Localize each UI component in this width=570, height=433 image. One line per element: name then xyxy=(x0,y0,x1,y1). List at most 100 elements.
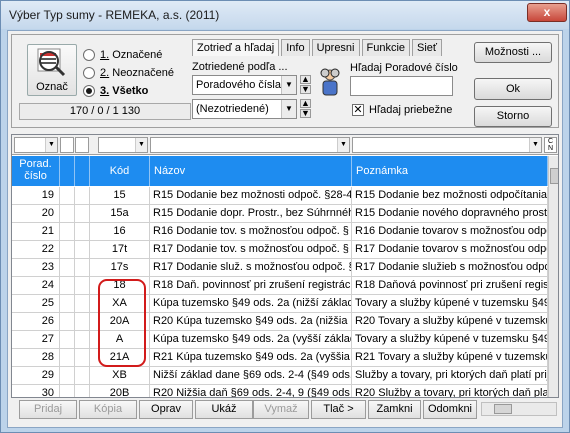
cell-g1 xyxy=(60,367,75,384)
radio-marked[interactable]: 1. Označené xyxy=(83,47,162,63)
sort-secondary-select[interactable]: (Nezotriedené) ▼ xyxy=(192,99,297,119)
table-row[interactable]: 19 15 R15 Dodanie bez možnosti odpoč. §28-… xyxy=(12,187,548,205)
search-label: Hľadaj Poradové číslo xyxy=(350,62,458,74)
header-g2[interactable] xyxy=(75,156,90,186)
filter-num[interactable]: ▼ xyxy=(14,137,58,153)
toolbar-button-6[interactable]: Zamkni xyxy=(368,400,421,419)
horizontal-scrollbar[interactable] xyxy=(481,402,557,416)
filter-kod[interactable]: ▼ xyxy=(98,137,148,153)
table-row[interactable]: 29 XB Nižší základ dane §69 ods. 2-4 (§49 … xyxy=(12,367,548,385)
cell-g1 xyxy=(60,385,75,397)
tab-network[interactable]: Sieť xyxy=(412,39,443,56)
cell-num: 30 xyxy=(12,385,60,397)
cell-num: 25 xyxy=(12,295,60,312)
cell-nazov: Nižší základ dane §69 ods. 2-4 (§49 ods. xyxy=(150,367,352,384)
radio-marked-circle[interactable] xyxy=(83,49,95,61)
header-g1[interactable] xyxy=(60,156,75,186)
sort-primary-select[interactable]: Poradového čísla ▼ xyxy=(192,75,297,95)
search-input[interactable] xyxy=(350,76,453,96)
mark-button[interactable]: Označ xyxy=(27,44,77,96)
tab-strip: Zotrieď a hľadaj Info Upresni Funkcie Si… xyxy=(192,39,444,57)
sort-secondary-down-button[interactable]: ▼ xyxy=(300,109,311,118)
horizontal-scroll-thumb[interactable] xyxy=(494,404,512,414)
radio-marked-num: 1. xyxy=(100,49,110,61)
filter-g1[interactable] xyxy=(60,137,74,153)
data-grid: ▼ ▼ ▼ ▼ C N Porad. číslo Kód Názov Pozná… xyxy=(11,134,559,398)
radio-unmarked-circle[interactable] xyxy=(83,67,95,79)
cell-poznamka: R18 Daňová povinnosť pri zrušení registr xyxy=(352,277,548,294)
tab-refine[interactable]: Upresni xyxy=(311,39,360,56)
cell-poznamka: Tovary a služby kúpené v tuzemsku §49 xyxy=(352,295,548,312)
table-row[interactable]: 27 A Kúpa tuzemsko §49 ods. 2a (vyšší zákl… xyxy=(12,331,548,349)
ok-button[interactable]: Ok xyxy=(474,78,552,100)
cell-g1 xyxy=(60,187,75,204)
cell-poznamka: Tovary a služby kúpené v tuzemsku §49 xyxy=(352,331,548,348)
sort-primary-up-button[interactable]: ▲ xyxy=(300,75,311,84)
header-num[interactable]: Porad. číslo xyxy=(12,156,60,186)
continuous-search-label: Hľadaj priebežne xyxy=(369,104,453,116)
cell-nazov: R16 Dodanie tov. s možnosťou odpoč. § xyxy=(150,223,352,240)
table-row[interactable]: 20 15a R15 Dodanie dopr. Prostr., bez Súhr… xyxy=(12,205,548,223)
column-chooser-button[interactable]: C N xyxy=(544,137,557,153)
chevron-down-icon: ▼ xyxy=(281,76,296,94)
radio-all-circle[interactable] xyxy=(83,85,95,97)
continuous-search-checkbox[interactable]: ✕ xyxy=(352,104,364,116)
table-row[interactable]: 28 21A R21 Kúpa tuzemsko §49 ods. 2a (vyšš… xyxy=(12,349,548,367)
header-nazov[interactable]: Názov xyxy=(150,156,352,186)
tab-info[interactable]: Info xyxy=(281,39,310,56)
toolbar-button-5[interactable]: Tlač > xyxy=(311,400,366,419)
cell-g2 xyxy=(75,331,90,348)
toolbar-button-4[interactable]: Vymaž xyxy=(253,400,309,419)
vertical-scrollbar[interactable] xyxy=(548,156,558,397)
toolbar-button-1[interactable]: Kópia xyxy=(79,400,137,419)
grid-header: Porad. číslo Kód Názov Poznámka xyxy=(12,156,548,186)
filter-g2[interactable] xyxy=(75,137,89,153)
sort-secondary-up-button[interactable]: ▲ xyxy=(300,99,311,108)
close-button[interactable]: x xyxy=(527,3,567,22)
radio-unmarked[interactable]: 2. Neoznačené xyxy=(83,65,174,81)
table-row[interactable]: 24 18 R18 Daň. povinnosť pri zrušení regis… xyxy=(12,277,548,295)
cell-poznamka: R16 Dodanie tovarov s možnosťou odpo xyxy=(352,223,548,240)
options-button[interactable]: Možnosti ... xyxy=(474,42,552,63)
cell-g1 xyxy=(60,295,75,312)
title-bar[interactable]: Výber Typ sumy - REMEKA, a.s. (2011) x xyxy=(1,1,569,29)
radio-unmarked-label: 2. Neoznačené xyxy=(100,67,174,79)
cell-nazov: R15 Dodanie bez možnosti odpoč. §28-4 xyxy=(150,187,352,204)
cell-g2 xyxy=(75,313,90,330)
vertical-scroll-thumb[interactable] xyxy=(550,168,558,184)
toolbar-button-3[interactable]: Ukáž xyxy=(195,400,253,419)
cell-g2 xyxy=(75,295,90,312)
toolbar-button-2[interactable]: Oprav xyxy=(139,400,193,419)
toolbar-button-7[interactable]: Odomkni xyxy=(423,400,477,419)
filter-nazov[interactable]: ▼ xyxy=(150,137,350,153)
table-row[interactable]: 30 20B R20 Nižšia daň §69 ods. 2-4, 9 (§49… xyxy=(12,385,548,397)
radio-all-label: 3. Všetko xyxy=(100,85,148,97)
cell-g2 xyxy=(75,187,90,204)
cell-g2 xyxy=(75,223,90,240)
sort-primary-down-button[interactable]: ▼ xyxy=(300,85,311,94)
header-poznamka[interactable]: Poznámka xyxy=(352,156,548,186)
table-row[interactable]: 21 16 R16 Dodanie tov. s možnosťou odpoč. … xyxy=(12,223,548,241)
cell-g1 xyxy=(60,259,75,276)
cell-num: 19 xyxy=(12,187,60,204)
cell-poznamka: Služby a tovary, pri ktorých daň platí p… xyxy=(352,367,548,384)
radio-all[interactable]: 3. Všetko xyxy=(83,83,148,99)
table-row[interactable]: 25 XA Kúpa tuzemsko §49 ods. 2a (nižší zák… xyxy=(12,295,548,313)
radio-marked-text: Označené xyxy=(109,49,163,61)
tab-sort-search[interactable]: Zotrieď a hľadaj xyxy=(192,39,280,56)
chevron-down-icon: ▼ xyxy=(135,138,147,152)
mark-button-label: Označ xyxy=(36,81,68,93)
cancel-button[interactable]: Storno xyxy=(474,106,552,127)
table-row[interactable]: 23 17s R17 Dodanie služ. s možnosťou odpoč… xyxy=(12,259,548,277)
header-kod[interactable]: Kód xyxy=(90,156,150,186)
filter-poznamka[interactable]: ▼ xyxy=(352,137,542,153)
table-row[interactable]: 22 17t R17 Dodanie tov. s možnosťou odpoč.… xyxy=(12,241,548,259)
cell-nazov: Kúpa tuzemsko §49 ods. 2a (vyšší základ xyxy=(150,331,352,348)
tab-functions[interactable]: Funkcie xyxy=(361,39,411,56)
table-row[interactable]: 26 20A R20 Kúpa tuzemsko §49 ods. 2a (nižš… xyxy=(12,313,548,331)
cell-g2 xyxy=(75,385,90,397)
cell-g1 xyxy=(60,241,75,258)
chevron-down-icon: ▼ xyxy=(529,138,541,152)
toolbar-button-0[interactable]: Pridaj xyxy=(19,400,77,419)
cell-g1 xyxy=(60,331,75,348)
